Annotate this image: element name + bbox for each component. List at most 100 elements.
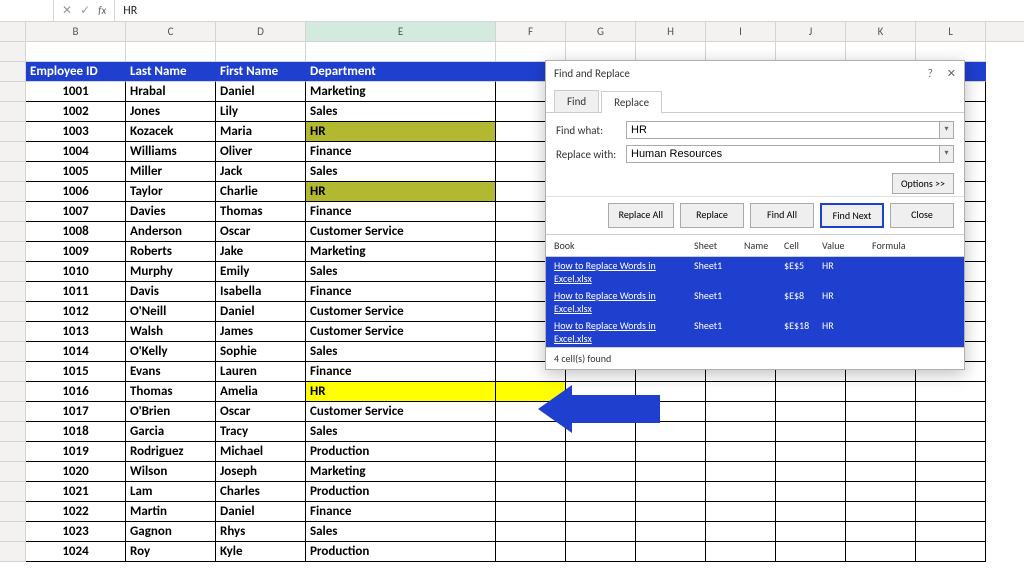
cell[interactable]: 1001 [26, 82, 126, 102]
cell[interactable]: Production [306, 542, 496, 562]
col-cell[interactable]: Cell [784, 239, 822, 252]
cell[interactable]: James [216, 322, 306, 342]
cell[interactable]: Sophie [216, 342, 306, 362]
col-name[interactable]: Name [744, 239, 784, 252]
cell[interactable]: Production [306, 442, 496, 462]
cell[interactable] [916, 502, 986, 522]
cell[interactable] [846, 502, 916, 522]
cell[interactable]: Roy [126, 542, 216, 562]
cell[interactable] [776, 402, 846, 422]
cell[interactable]: Evans [126, 362, 216, 382]
find-dropdown-icon[interactable]: ▾ [940, 121, 954, 139]
cell[interactable]: Marketing [306, 242, 496, 262]
cell[interactable] [496, 542, 566, 562]
cell[interactable] [706, 442, 776, 462]
cell[interactable] [916, 422, 986, 442]
cell[interactable] [496, 462, 566, 482]
cell[interactable]: Jack [216, 162, 306, 182]
cell[interactable] [916, 382, 986, 402]
cell[interactable]: Department [306, 62, 496, 82]
cell[interactable] [846, 462, 916, 482]
col-book[interactable]: Book [554, 239, 694, 252]
select-all-corner[interactable] [0, 22, 26, 41]
cell[interactable]: 1012 [26, 302, 126, 322]
cell[interactable]: 1004 [26, 142, 126, 162]
cell[interactable] [776, 482, 846, 502]
cell[interactable] [636, 42, 706, 62]
cell[interactable] [916, 542, 986, 562]
col-formula[interactable]: Formula [872, 239, 956, 252]
cell[interactable]: Oscar [216, 402, 306, 422]
cell[interactable] [776, 462, 846, 482]
cell[interactable]: 1015 [26, 362, 126, 382]
cell[interactable] [706, 502, 776, 522]
cell[interactable]: Emily [216, 262, 306, 282]
cell[interactable]: Sales [306, 102, 496, 122]
cell[interactable]: Miller [126, 162, 216, 182]
cell[interactable] [916, 462, 986, 482]
cell[interactable]: Lauren [216, 362, 306, 382]
cell[interactable] [776, 542, 846, 562]
formula-bar-value[interactable]: HR [115, 4, 137, 18]
cell[interactable]: Customer Service [306, 322, 496, 342]
find-what-input[interactable] [626, 121, 940, 139]
cell[interactable] [846, 542, 916, 562]
cell[interactable]: Thomas [126, 382, 216, 402]
tab-replace[interactable]: Replace [601, 91, 662, 113]
cell[interactable]: Oscar [216, 222, 306, 242]
result-row[interactable]: How to Replace Words in Excel.xlsxSheet1… [546, 257, 964, 287]
cell[interactable]: Finance [306, 362, 496, 382]
cell[interactable] [916, 42, 986, 62]
cell[interactable] [706, 522, 776, 542]
cell[interactable] [636, 422, 706, 442]
cell[interactable] [916, 522, 986, 542]
cell[interactable]: Gagnon [126, 522, 216, 542]
cell[interactable]: 1017 [26, 402, 126, 422]
cell[interactable]: 1007 [26, 202, 126, 222]
cell[interactable]: Rhys [216, 522, 306, 542]
cell[interactable] [846, 522, 916, 542]
cell[interactable]: Finance [306, 282, 496, 302]
cell[interactable]: 1013 [26, 322, 126, 342]
replace-with-input[interactable] [626, 145, 940, 163]
replace-all-button[interactable]: Replace All [608, 203, 674, 228]
cell[interactable] [706, 42, 776, 62]
result-row[interactable]: How to Replace Words in Excel.xlsxSheet1… [546, 287, 964, 317]
cell[interactable] [776, 442, 846, 462]
cell[interactable]: 1021 [26, 482, 126, 502]
column-header-J[interactable]: J [776, 22, 846, 41]
cell[interactable]: O'Kelly [126, 342, 216, 362]
tab-find[interactable]: Find [554, 90, 599, 112]
column-header-G[interactable]: G [566, 22, 636, 41]
cell[interactable]: HR [306, 122, 496, 142]
cell[interactable]: Finance [306, 142, 496, 162]
cell[interactable] [636, 522, 706, 542]
cell[interactable] [566, 522, 636, 542]
cell[interactable]: Tracy [216, 422, 306, 442]
cell[interactable] [706, 482, 776, 502]
cell[interactable]: 1016 [26, 382, 126, 402]
cell[interactable]: Marketing [306, 82, 496, 102]
cell[interactable]: Garcia [126, 422, 216, 442]
cell[interactable]: Michael [216, 442, 306, 462]
cell[interactable]: Sales [306, 342, 496, 362]
cell[interactable] [566, 482, 636, 502]
cell[interactable] [566, 502, 636, 522]
close-button[interactable]: Close [890, 203, 954, 228]
cell[interactable] [706, 402, 776, 422]
cell[interactable] [496, 482, 566, 502]
cell[interactable] [496, 442, 566, 462]
cell[interactable]: O'Neill [126, 302, 216, 322]
options-button[interactable]: Options >> [892, 173, 954, 194]
cell[interactable]: Martin [126, 502, 216, 522]
cell[interactable]: 1018 [26, 422, 126, 442]
cell[interactable]: Kozacek [126, 122, 216, 142]
cell[interactable]: Oliver [216, 142, 306, 162]
cell[interactable]: Anderson [126, 222, 216, 242]
cell[interactable] [846, 382, 916, 402]
cell[interactable]: Taylor [126, 182, 216, 202]
cell[interactable] [566, 442, 636, 462]
cell[interactable]: Joseph [216, 462, 306, 482]
cell[interactable]: Thomas [216, 202, 306, 222]
cell[interactable] [776, 422, 846, 442]
